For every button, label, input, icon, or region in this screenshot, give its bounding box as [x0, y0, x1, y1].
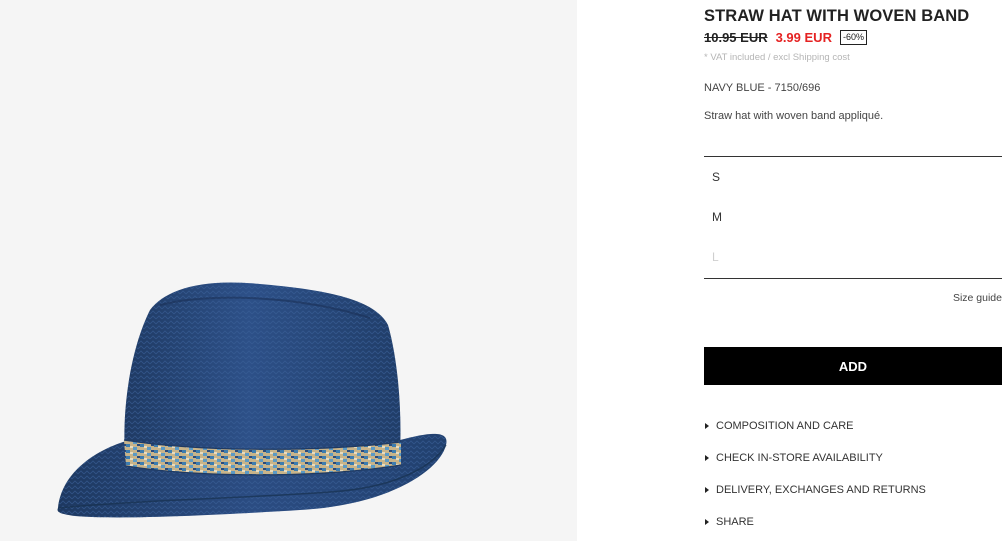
color-reference: NAVY BLUE - 7150/696	[704, 82, 821, 94]
product-description: Straw hat with woven band appliqué.	[704, 110, 884, 122]
product-info: STRAW HAT WITH WOVEN BAND 10.95 EUR 3.99…	[704, 0, 1002, 541]
product-image[interactable]	[0, 0, 577, 541]
product-title: STRAW HAT WITH WOVEN BAND	[704, 7, 970, 25]
size-option-s[interactable]: S	[712, 170, 720, 184]
size-option-l: L	[712, 250, 719, 264]
accordion-share[interactable]: SHARE	[704, 516, 754, 528]
triangle-right-icon	[705, 423, 709, 429]
add-to-cart-button[interactable]: ADD	[704, 347, 1002, 385]
triangle-right-icon	[705, 455, 709, 461]
accordion-label: DELIVERY, EXCHANGES AND RETURNS	[716, 484, 926, 496]
old-price: 10.95 EUR	[704, 30, 768, 45]
triangle-right-icon	[705, 487, 709, 493]
size-option-m[interactable]: M	[712, 210, 722, 224]
accordion-label: CHECK IN-STORE AVAILABILITY	[716, 452, 883, 464]
accordion-delivery-exchanges-and-returns[interactable]: DELIVERY, EXCHANGES AND RETURNS	[704, 484, 926, 496]
accordion-check-in-store-availability[interactable]: CHECK IN-STORE AVAILABILITY	[704, 452, 883, 464]
accordion-label: SHARE	[716, 516, 754, 528]
price-row: 10.95 EUR 3.99 EUR -60%	[704, 30, 867, 45]
size-guide-link[interactable]: Size guide	[953, 292, 1002, 304]
straw-hat-image-icon	[57, 282, 447, 518]
accordion-composition-and-care[interactable]: COMPOSITION AND CARE	[704, 420, 854, 432]
sale-price: 3.99 EUR	[775, 30, 832, 45]
accordion-label: COMPOSITION AND CARE	[716, 420, 854, 432]
size-selector: S M L	[704, 156, 1002, 279]
triangle-right-icon	[705, 519, 709, 525]
vat-note: * VAT included / excl Shipping cost	[704, 52, 850, 63]
discount-badge: -60%	[839, 30, 867, 45]
